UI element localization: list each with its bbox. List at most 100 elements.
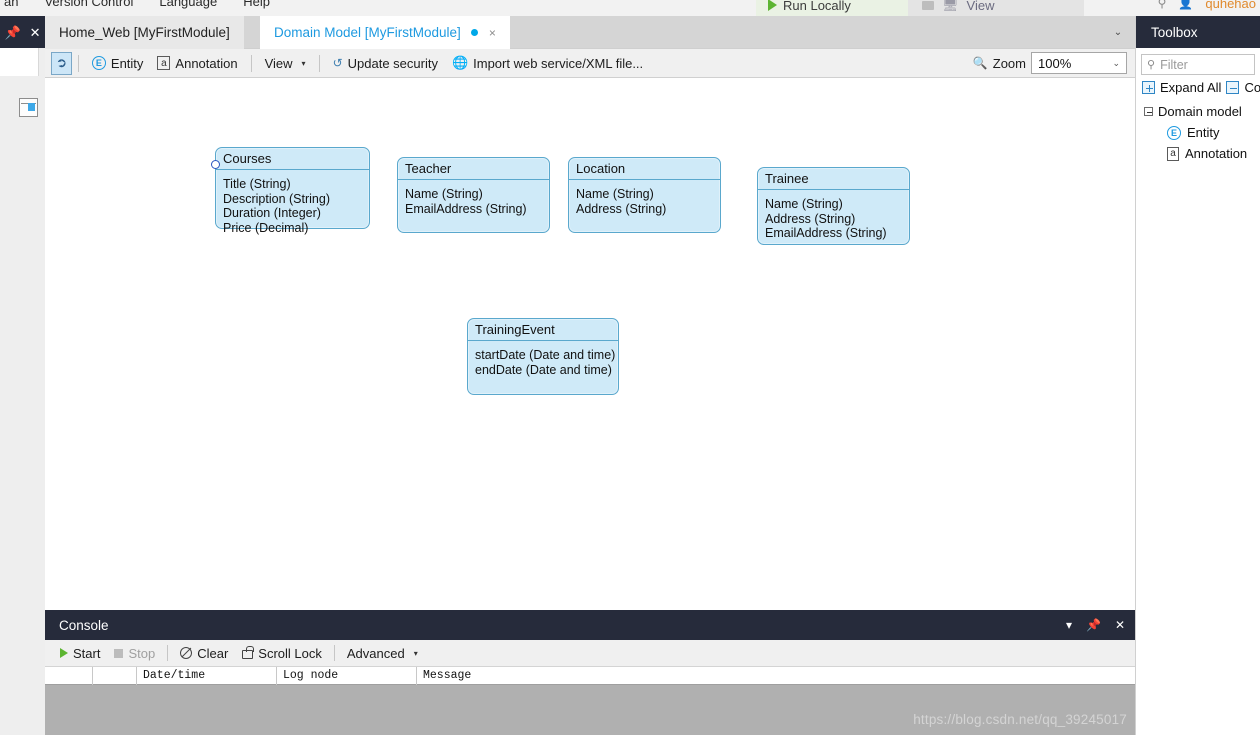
console-advanced-button[interactable]: Advanced ▾ (340, 646, 425, 661)
account-area[interactable]: ⚲ 👤 quhehao (1158, 0, 1256, 13)
pointer-tool-button[interactable]: ➲ (51, 52, 72, 75)
collapse-all-label[interactable]: Co (1244, 80, 1260, 95)
run-locally-button[interactable]: Run Locally (756, 0, 908, 16)
pin-icon[interactable]: 📌 (1086, 618, 1101, 632)
selection-handle-icon[interactable] (211, 160, 220, 169)
chevron-down-icon: ▾ (414, 649, 418, 658)
console-stop-button[interactable]: Stop (107, 646, 162, 661)
attribute-row: endDate (Date and time) (475, 363, 611, 378)
entity-trainingevent[interactable]: TrainingEvent startDate (Date and time) … (467, 318, 619, 395)
attribute-row: Name (String) (576, 187, 713, 202)
collapse-node-icon[interactable] (1144, 107, 1153, 116)
cursor-arrow-icon: ➲ (54, 54, 68, 72)
play-icon (768, 0, 777, 11)
console-start-button[interactable]: Start (53, 646, 107, 661)
toolbox-panel: Toolbox ⚲ Filter Expand All Co Domain mo… (1135, 16, 1260, 735)
entity-teacher[interactable]: Teacher Name (String) EmailAddress (Stri… (397, 157, 550, 233)
panel-layout-icon[interactable] (19, 98, 38, 117)
zoom-label: Zoom (993, 56, 1026, 71)
tab-domain-model[interactable]: Domain Model [MyFirstModule] × (260, 16, 510, 49)
console-clear-button[interactable]: Clear (173, 646, 235, 661)
account-name[interactable]: quhehao (1205, 0, 1256, 11)
console-scroll-lock-label: Scroll Lock (258, 646, 322, 661)
play-icon (60, 648, 68, 658)
view-app-label: View (967, 0, 995, 13)
zoom-value: 100% (1038, 56, 1071, 71)
add-entity-label: Entity (111, 56, 144, 71)
toolbox-tree-root-label: Domain model (1158, 104, 1242, 119)
tab-overflow-chevron-icon[interactable]: ⌄ (1107, 16, 1129, 49)
expand-all-icon[interactable] (1142, 81, 1155, 94)
menu-item-version-control[interactable]: Version Control (44, 0, 133, 9)
entity-trainee[interactable]: Trainee Name (String) Address (String) E… (757, 167, 910, 245)
console-toolbar-separator (334, 645, 335, 661)
entity-courses[interactable]: Courses Title (String) Description (Stri… (215, 147, 370, 229)
toolbox-title: Toolbox (1151, 25, 1198, 40)
left-dock-rail: 📌 ✕ (0, 16, 45, 735)
zoom-select[interactable]: 100% ⌄ (1031, 52, 1127, 74)
toolbox-item-annotation[interactable]: a Annotation (1136, 146, 1260, 161)
menu-item-0[interactable]: an (4, 0, 18, 9)
toolbox-tree-root-domain-model[interactable]: Domain model (1136, 104, 1260, 119)
menu-item-help[interactable]: Help (243, 0, 270, 9)
expand-all-label[interactable]: Expand All (1160, 80, 1221, 95)
pin-icon[interactable]: 📌 (4, 26, 20, 39)
attribute-row: EmailAddress (String) (765, 226, 902, 241)
attribute-row: Name (String) (765, 197, 902, 212)
search-icon[interactable]: ⚲ (1158, 0, 1167, 10)
add-entity-button[interactable]: E Entity (85, 52, 151, 75)
domain-model-canvas[interactable]: Courses Title (String) Description (Stri… (45, 78, 1135, 610)
tab-domain-model-label: Domain Model [MyFirstModule] (274, 25, 461, 40)
user-icon[interactable]: 👤 (1178, 0, 1193, 10)
main-menu-bar: an Version Control Language Help Run Loc… (0, 0, 1260, 16)
console-col-lognode[interactable]: Log node (277, 667, 417, 685)
view-app-button[interactable]: 🖥 View (908, 0, 1084, 16)
magnifier-icon: 🔍 (973, 56, 988, 70)
entity-trainee-name: Trainee (758, 168, 909, 190)
chevron-down-icon[interactable]: ▾ (1066, 618, 1072, 632)
menu-item-language[interactable]: Language (159, 0, 217, 9)
tab-home-web[interactable]: Home_Web [MyFirstModule] (45, 16, 244, 49)
tab-close-icon[interactable]: × (489, 27, 496, 39)
console-scroll-lock-button[interactable]: Scroll Lock (235, 646, 329, 661)
view-menu-label: View (265, 56, 293, 71)
update-security-button[interactable]: ↺ Update security (326, 52, 445, 75)
toolbox-header: Toolbox (1136, 16, 1260, 48)
entity-location[interactable]: Location Name (String) Address (String) (568, 157, 721, 233)
lock-icon (242, 650, 253, 659)
close-icon[interactable]: ✕ (1115, 618, 1125, 632)
toolbox-filter-placeholder: Filter (1160, 58, 1188, 72)
close-icon[interactable]: ✕ (30, 26, 41, 39)
console-log-table: Date/time Log node Message https://blog.… (45, 667, 1135, 735)
view-menu-button[interactable]: View ▾ (258, 52, 313, 75)
toolbox-filter-input[interactable]: ⚲ Filter (1141, 54, 1255, 75)
update-security-label: Update security (348, 56, 438, 71)
attribute-row: Title (String) (223, 177, 362, 192)
console-col-datetime[interactable]: Date/time (137, 667, 277, 685)
add-annotation-button[interactable]: a Annotation (150, 52, 244, 75)
attribute-row: Name (String) (405, 187, 542, 202)
console-title: Console (59, 618, 109, 633)
zoom-control: 🔍 Zoom 100% ⌄ (973, 52, 1127, 74)
globe-icon: 🌐 (452, 55, 468, 71)
import-web-service-button[interactable]: 🌐 Import web service/XML file... (445, 52, 650, 75)
annotation-icon: a (1167, 147, 1179, 161)
console-col-message[interactable]: Message (417, 667, 1135, 685)
attribute-row: Price (Decimal) (223, 221, 362, 236)
mendix-modeler-window: an Version Control Language Help Run Loc… (0, 0, 1260, 735)
attribute-row: Duration (Integer) (223, 206, 362, 221)
entity-location-name: Location (569, 158, 720, 180)
console-col-icon1 (45, 667, 93, 685)
toolbox-item-entity[interactable]: E Entity (1136, 125, 1260, 140)
entity-icon: E (1167, 126, 1181, 140)
stop-icon (114, 649, 123, 658)
domain-model-toolbar: ➲ E Entity a Annotation View ▾ ↺ Update … (45, 49, 1135, 78)
toolbox-item-annotation-label: Annotation (1185, 146, 1247, 161)
entity-teacher-name: Teacher (398, 158, 549, 180)
console-toolbar-separator (167, 645, 168, 661)
console-header: Console ▾ 📌 ✕ (45, 610, 1135, 640)
annotation-icon: a (157, 56, 170, 70)
console-advanced-label: Advanced (347, 646, 405, 661)
collapse-all-icon[interactable] (1226, 81, 1239, 94)
console-table-header: Date/time Log node Message (45, 667, 1135, 685)
